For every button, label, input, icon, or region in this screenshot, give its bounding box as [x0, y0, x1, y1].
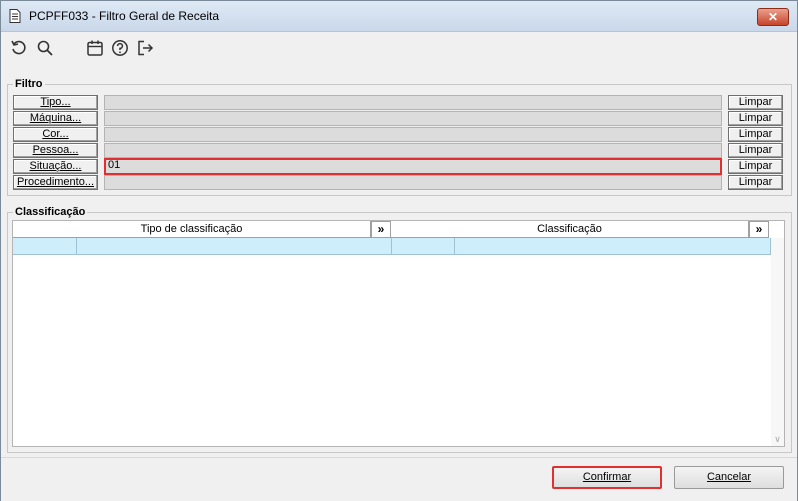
limpar-tipo-button[interactable]: Limpar	[728, 95, 783, 110]
limpar-maquina-button[interactable]: Limpar	[728, 111, 783, 126]
procedimento-field	[104, 175, 722, 190]
title-bar: PCPFF033 - Filtro Geral de Receita ✕	[1, 1, 797, 32]
search-icon[interactable]	[36, 39, 54, 57]
table-row-cell[interactable]	[455, 238, 771, 255]
column-header-tipo-classificacao[interactable]: Tipo de classificação	[13, 221, 371, 238]
pessoa-field	[104, 143, 722, 158]
tipo-button[interactable]: Tipo...	[13, 95, 98, 110]
document-icon	[9, 9, 21, 23]
help-icon[interactable]	[111, 39, 129, 57]
chevron-down-icon[interactable]: ∨	[771, 434, 784, 444]
cor-button[interactable]: Cor...	[13, 127, 98, 142]
limpar-pessoa-button[interactable]: Limpar	[728, 143, 783, 158]
confirm-button[interactable]: Confirmar	[552, 466, 662, 489]
pessoa-button[interactable]: Pessoa...	[13, 143, 98, 158]
limpar-procedimento-button[interactable]: Limpar	[728, 175, 783, 190]
calendar-icon[interactable]	[86, 39, 104, 57]
situacao-field: 01	[104, 158, 722, 175]
window-title: PCPFF033 - Filtro Geral de Receita	[29, 9, 220, 23]
classificacao-grid: Tipo de classificação » Classificação » …	[12, 220, 785, 447]
filtro-label: Filtro	[13, 78, 45, 90]
maquina-button[interactable]: Máquina...	[13, 111, 98, 126]
limpar-situacao-button[interactable]: Limpar	[728, 159, 783, 174]
exit-icon[interactable]	[136, 39, 154, 57]
confirm-label: Confirmar	[582, 471, 632, 483]
procedimento-button[interactable]: Procedimento...	[13, 175, 98, 190]
table-row-cell[interactable]	[392, 238, 455, 255]
maquina-field	[104, 111, 722, 126]
cor-field	[104, 127, 722, 142]
expand-classificacao-button[interactable]: »	[749, 221, 769, 238]
classificacao-label: Classificação	[13, 206, 88, 218]
vertical-scrollbar[interactable]: ∨	[771, 238, 784, 446]
undo-icon[interactable]	[10, 39, 28, 57]
cancel-label: Cancelar	[706, 471, 752, 483]
limpar-cor-button[interactable]: Limpar	[728, 127, 783, 142]
expand-tipo-button[interactable]: »	[371, 221, 391, 238]
situacao-button[interactable]: Situação...	[13, 159, 98, 174]
table-row-cell[interactable]	[13, 238, 77, 255]
filtro-geral-window: PCPFF033 - Filtro Geral de Receita ✕ Fil…	[0, 0, 798, 501]
close-button[interactable]: ✕	[757, 8, 789, 26]
tipo-field	[104, 95, 722, 110]
column-header-classificacao[interactable]: Classificação	[391, 221, 749, 238]
table-row-cell[interactable]	[77, 238, 392, 255]
cancel-button[interactable]: Cancelar	[674, 466, 784, 489]
